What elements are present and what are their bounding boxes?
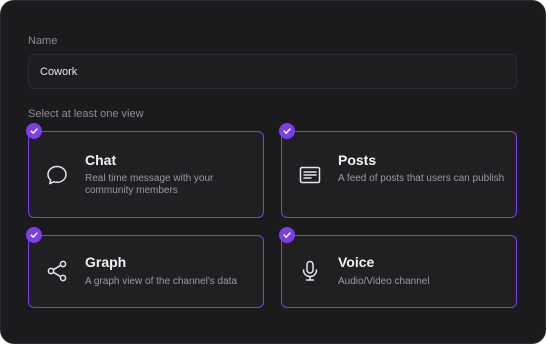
name-label: Name [28, 35, 58, 47]
create-channel-panel: Name Select at least one view Chat Real … [0, 0, 546, 344]
name-input[interactable] [28, 54, 517, 89]
view-card-chat[interactable]: Chat Real time message with your communi… [26, 123, 264, 218]
check-icon [279, 227, 295, 243]
check-icon [279, 123, 295, 139]
microphone-icon [298, 259, 322, 283]
view-description: A feed of posts that users can publish [338, 173, 505, 184]
view-description: Audio/Video channel [338, 276, 430, 287]
view-description: Real time message with your community me… [85, 173, 214, 196]
chat-bubble-icon [45, 163, 69, 187]
views-label: Select at least one view [28, 108, 144, 120]
view-title: Chat [85, 152, 117, 168]
share-graph-icon [45, 259, 69, 283]
view-description: A graph view of the channel's data [85, 276, 238, 287]
check-icon [26, 123, 42, 139]
view-title: Posts [338, 152, 377, 168]
view-title: Voice [338, 254, 375, 270]
view-title: Graph [85, 254, 127, 270]
check-icon [26, 227, 42, 243]
view-card-posts[interactable]: Posts A feed of posts that users can pub… [279, 123, 517, 218]
feed-icon [298, 163, 322, 187]
view-card-voice[interactable]: Voice Audio/Video channel [279, 227, 517, 308]
view-card-graph[interactable]: Graph A graph view of the channel's data [26, 227, 264, 308]
